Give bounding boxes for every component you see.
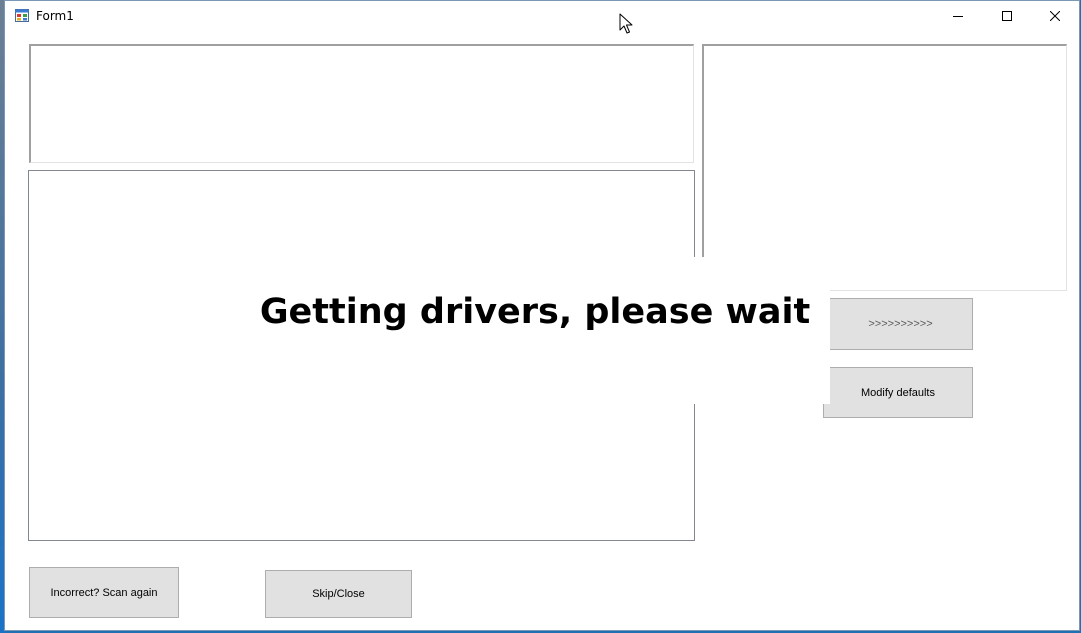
- mouse-cursor-icon: [619, 13, 633, 34]
- minimize-icon: [953, 16, 963, 17]
- scan-again-button[interactable]: Incorrect? Scan again: [29, 567, 179, 618]
- app-icon: [15, 9, 29, 22]
- loading-message: Getting drivers, please wait: [259, 291, 811, 332]
- maximize-button[interactable]: [984, 1, 1030, 31]
- loading-overlay: Getting drivers, please wait: [240, 257, 830, 404]
- window-title: Form1: [36, 9, 74, 23]
- close-icon: [1050, 11, 1060, 21]
- modify-defaults-button[interactable]: Modify defaults: [823, 367, 973, 418]
- next-button[interactable]: >>>>>>>>>>: [828, 298, 973, 350]
- close-button[interactable]: [1032, 1, 1078, 31]
- maximize-icon: [1002, 11, 1012, 21]
- title-bar[interactable]: Form1: [5, 1, 1079, 31]
- minimize-button[interactable]: [935, 1, 981, 31]
- form-window: Form1 >>>>>>>>>> Modify defaults Getting…: [4, 0, 1080, 631]
- top-textbox[interactable]: [29, 44, 694, 163]
- skip-close-button[interactable]: Skip/Close: [265, 570, 412, 618]
